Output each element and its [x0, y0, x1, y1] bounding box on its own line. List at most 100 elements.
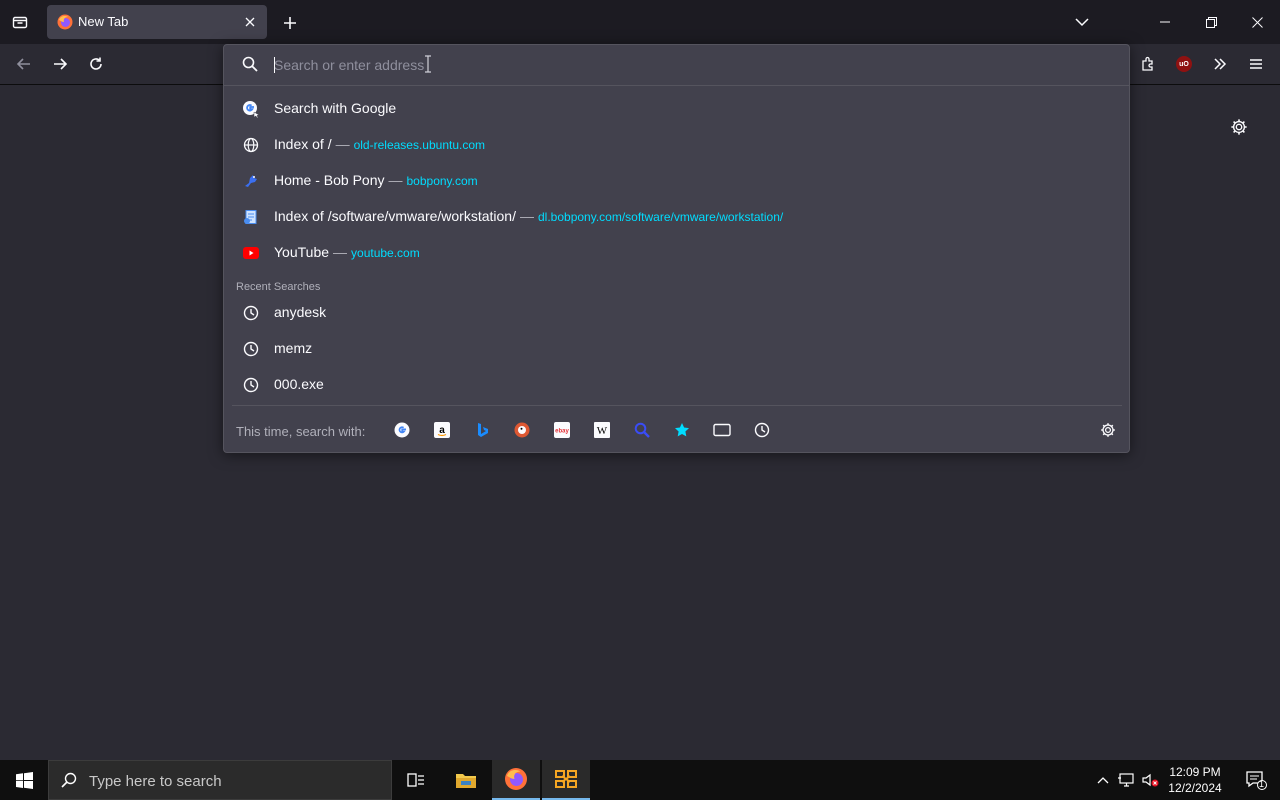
- double-chevron-icon: [1214, 58, 1227, 70]
- bobpony-icon: [242, 172, 260, 190]
- taskbar-search-box[interactable]: Type here to search: [48, 760, 392, 800]
- duckduckgo-icon[interactable]: [512, 420, 532, 440]
- youtube-icon: [242, 244, 260, 262]
- search-icon: [242, 56, 258, 72]
- minimize-button[interactable]: [1142, 0, 1188, 44]
- folder-icon: [456, 774, 476, 788]
- text-caret: [274, 57, 275, 73]
- more-tools-button[interactable]: [1208, 52, 1232, 76]
- network-icon: [1118, 773, 1134, 787]
- urlbar-dropdown: Search with Google Index of /—old-releas…: [223, 44, 1130, 453]
- clock-icon: [242, 340, 260, 358]
- arrow-right-icon: [54, 58, 68, 70]
- result-url: dl.bobpony.com/software/vmware/workstati…: [538, 210, 784, 224]
- svg-text:ebay: ebay: [555, 429, 569, 435]
- search-icon: [61, 772, 77, 788]
- chevron-down-icon: [1075, 18, 1089, 27]
- svg-text:W: W: [597, 425, 608, 437]
- ebay-icon[interactable]: ebay: [552, 420, 572, 440]
- clock-icon: [242, 376, 260, 394]
- new-tab-settings-button[interactable]: [1228, 116, 1250, 138]
- extensions-button[interactable]: [1136, 52, 1160, 76]
- arrow-left-icon: [16, 58, 30, 70]
- result-separator: —: [333, 244, 348, 260]
- list-all-tabs-button[interactable]: [1072, 13, 1092, 31]
- ublock-icon: uO: [1176, 56, 1192, 72]
- gear-icon: [1231, 119, 1247, 135]
- reload-icon: [90, 57, 102, 70]
- recent-search-text: 000.exe: [274, 376, 324, 392]
- result-url: bobpony.com: [406, 174, 478, 188]
- start-button[interactable]: [0, 760, 48, 800]
- recent-search-item[interactable]: memz: [232, 331, 1122, 365]
- taskbar-search-placeholder: Type here to search: [89, 773, 222, 790]
- result-history-item[interactable]: Index of / — old-releases.ubuntu.com: [232, 127, 1122, 161]
- new-tab-button[interactable]: [280, 13, 300, 33]
- gear-icon: [1101, 423, 1115, 437]
- history-icon[interactable]: [752, 420, 772, 440]
- puzzle-icon: [1142, 56, 1153, 71]
- address-input[interactable]: [274, 54, 1094, 76]
- recent-search-item[interactable]: anydesk: [232, 295, 1122, 329]
- forward-button[interactable]: [48, 52, 72, 76]
- recent-search-text: memz: [274, 340, 313, 356]
- volume-button[interactable]: [1140, 760, 1160, 800]
- google-icon[interactable]: [392, 420, 412, 440]
- result-title: Search with Google: [274, 100, 397, 116]
- vmware-taskbar-button[interactable]: [542, 760, 590, 800]
- recent-search-item[interactable]: 000.exe: [232, 367, 1122, 401]
- bookmarks-icon[interactable]: [672, 420, 692, 440]
- close-tab-button[interactable]: [241, 13, 259, 31]
- ublock-origin-button[interactable]: uO: [1172, 52, 1196, 76]
- back-button[interactable]: [12, 52, 36, 76]
- firefox-view-button[interactable]: [8, 11, 32, 33]
- tab-new-tab[interactable]: New Tab: [47, 5, 267, 39]
- ibeam-cursor-icon: [424, 55, 432, 73]
- result-title: Index of /software/vmware/workstation/: [274, 208, 516, 224]
- tabs-icon[interactable]: [712, 420, 732, 440]
- amazon-icon[interactable]: a: [432, 420, 452, 440]
- show-hidden-icons-button[interactable]: [1094, 760, 1112, 800]
- app-menu-button[interactable]: [1244, 52, 1268, 76]
- bing-icon[interactable]: [472, 420, 492, 440]
- clock-icon: [242, 304, 260, 322]
- search-icon[interactable]: [632, 420, 652, 440]
- task-view-icon: [407, 773, 424, 787]
- google-icon: [242, 100, 260, 118]
- result-url: old-releases.ubuntu.com: [353, 138, 486, 152]
- wikipedia-icon[interactable]: W: [592, 420, 612, 440]
- file-explorer-button[interactable]: [442, 760, 490, 800]
- result-title: Home - Bob Pony: [274, 172, 385, 188]
- restore-button[interactable]: [1188, 0, 1234, 44]
- network-button[interactable]: [1116, 760, 1136, 800]
- search-settings-button[interactable]: [1098, 420, 1118, 440]
- firefox-taskbar-button[interactable]: [492, 760, 540, 800]
- result-search-google[interactable]: Search with Google: [232, 91, 1122, 125]
- taskbar: Type here to search 12:09 PM 12/2/2024 1: [0, 760, 1280, 800]
- result-url: youtube.com: [351, 246, 420, 260]
- close-icon: [1251, 16, 1263, 28]
- result-title: YouTube: [274, 244, 330, 260]
- task-view-button[interactable]: [392, 760, 440, 800]
- urlbar-input-row: [224, 45, 1129, 86]
- result-history-item[interactable]: YouTube — youtube.com: [232, 235, 1122, 269]
- result-history-item[interactable]: Home - Bob Pony — bobpony.com: [232, 163, 1122, 197]
- recent-search-text: anydesk: [274, 304, 327, 320]
- minimize-icon: [1160, 21, 1170, 23]
- firefox-view-icon: [12, 16, 28, 29]
- action-center-button[interactable]: 1: [1232, 760, 1280, 800]
- taskbar-clock[interactable]: 12:09 PM 12/2/2024: [1164, 764, 1226, 796]
- result-history-item[interactable]: Index of /software/vmware/workstation/— d…: [232, 199, 1122, 233]
- result-title: Index of /: [274, 136, 332, 152]
- recent-searches-heading: Recent Searches: [236, 281, 321, 293]
- result-separator: —: [520, 208, 534, 224]
- globe-icon: [242, 136, 260, 154]
- search-one-offs: This time, search with: a ebay W: [232, 405, 1122, 454]
- tab-strip: New Tab: [0, 0, 1280, 44]
- close-window-button[interactable]: [1234, 0, 1280, 44]
- plus-icon: [284, 17, 296, 29]
- close-icon: [245, 17, 255, 27]
- clock-time: 12:09 PM: [1169, 765, 1221, 779]
- restore-icon: [1205, 16, 1217, 28]
- reload-button[interactable]: [84, 52, 108, 76]
